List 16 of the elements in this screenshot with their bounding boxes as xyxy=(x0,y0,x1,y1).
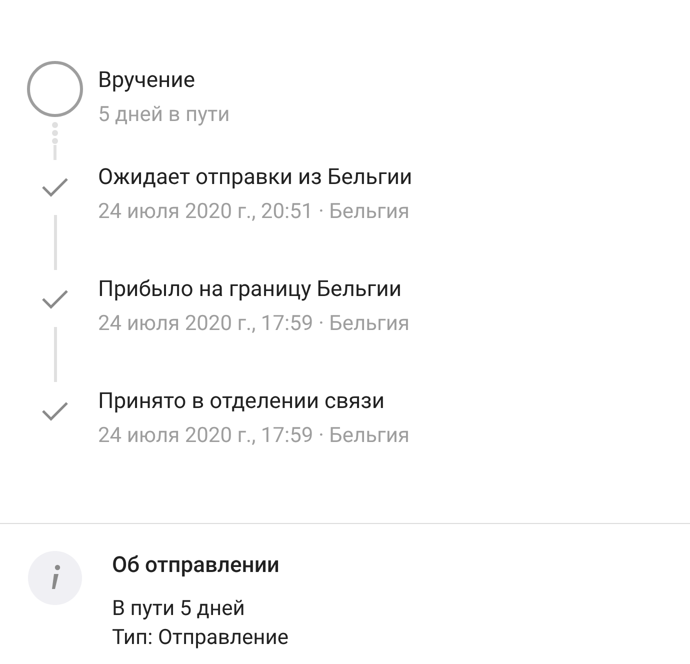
event-details: 24 июля 2020 г., 17:59 · Бельгия xyxy=(98,423,410,450)
info-line: Тип: Отправление xyxy=(112,625,288,652)
check-icon xyxy=(41,289,69,309)
info-line: В пути 5 дней xyxy=(112,596,246,623)
info-icon xyxy=(28,551,82,605)
check-icon xyxy=(41,401,69,421)
event-title: Принято в отделении связи xyxy=(98,388,386,416)
event-title: Ожидает отправки из Бельгии xyxy=(98,164,412,192)
event-details: 24 июля 2020 г., 20:51 · Бельгия xyxy=(98,199,411,226)
event-title: Прибыло на границу Бельгии xyxy=(98,276,403,304)
event-details: 5 дней в пути xyxy=(98,102,230,129)
dotted-connector xyxy=(51,122,59,160)
event-details: 24 июля 2020 г., 17:59 · Бельгия xyxy=(98,311,410,338)
section-title: Об отправлении xyxy=(112,552,281,580)
event-title: Вручение xyxy=(98,67,196,95)
check-icon xyxy=(41,177,69,197)
